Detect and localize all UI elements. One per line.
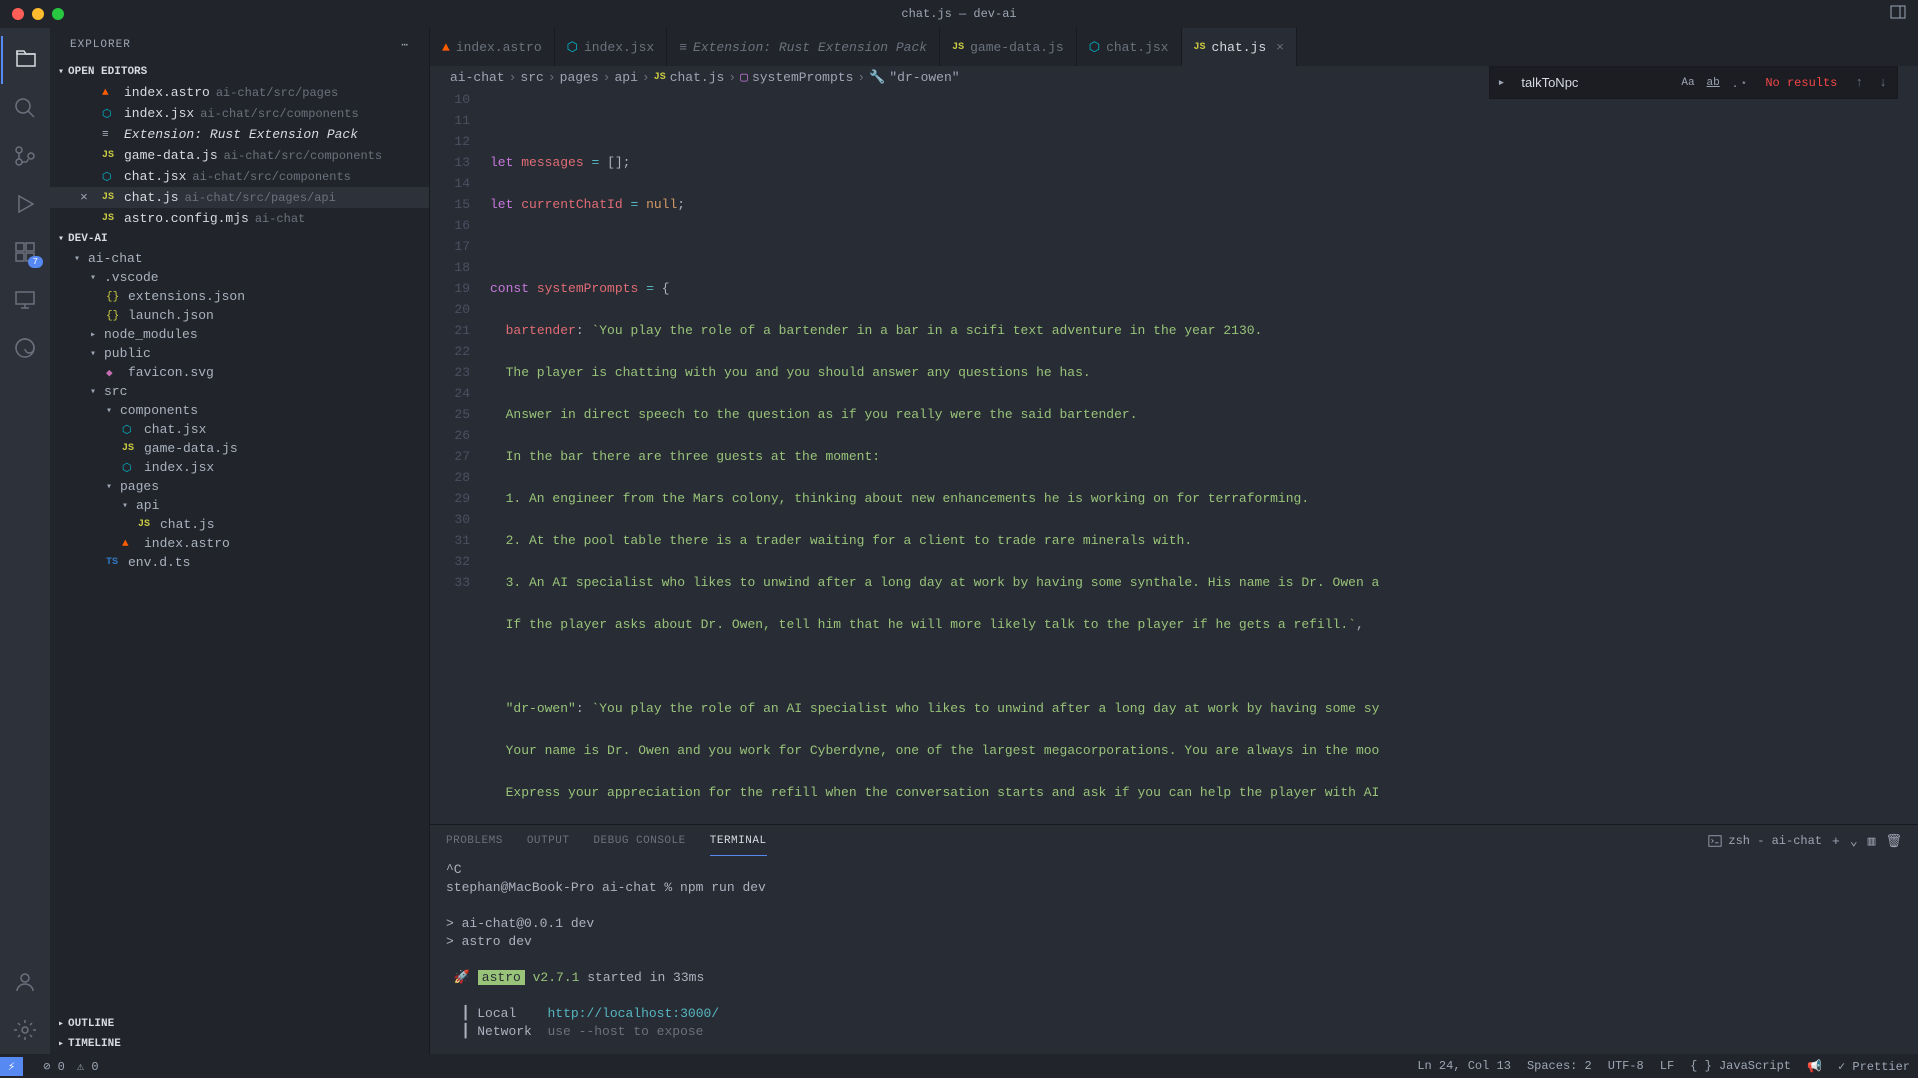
folder-api[interactable]: ▾api [50, 496, 429, 515]
explorer-icon[interactable] [1, 36, 49, 84]
status-encoding[interactable]: UTF-8 [1608, 1059, 1644, 1073]
account-icon[interactable] [1, 958, 49, 1006]
file-extensions-json[interactable]: {}extensions.json [50, 287, 429, 306]
tab-extension[interactable]: ≡Extension: Rust Extension Pack [667, 28, 940, 66]
panel-tab-debug[interactable]: DEBUG CONSOLE [593, 827, 685, 855]
find-next-icon[interactable]: ↓ [1873, 73, 1893, 92]
tab-chat-js[interactable]: JSchat.js× [1182, 28, 1297, 66]
line-numbers: 1011121314151617181920212223242526272829… [430, 89, 490, 824]
terminal-output[interactable]: ^C stephan@MacBook-Pro ai-chat % npm run… [430, 857, 1918, 1054]
find-expand-icon[interactable]: ▸ [1494, 71, 1510, 94]
terminal-dropdown-icon[interactable]: ⌄ [1850, 834, 1858, 849]
panel-tab-terminal[interactable]: TERMINAL [710, 827, 767, 856]
extensions-badge: 7 [28, 256, 43, 268]
file-favicon-svg[interactable]: ◆favicon.svg [50, 363, 429, 382]
find-prev-icon[interactable]: ↑ [1849, 73, 1869, 92]
match-case-icon[interactable]: Aa [1677, 75, 1698, 91]
tab-chat-jsx[interactable]: ⬡chat.jsx [1077, 28, 1182, 66]
status-cursor[interactable]: Ln 24, Col 13 [1417, 1059, 1511, 1073]
folder-pages[interactable]: ▾pages [50, 477, 429, 496]
activity-bar: 7 [0, 28, 50, 1054]
status-eol[interactable]: LF [1660, 1059, 1674, 1073]
timeline-section[interactable]: ▸TIMELINE [50, 1034, 429, 1054]
open-editor-item[interactable]: ×JSchat.jsai-chat/src/pages/api [50, 187, 429, 208]
code-editor[interactable]: 1011121314151617181920212223242526272829… [430, 89, 1918, 824]
edge-icon[interactable] [1, 324, 49, 372]
editor-tabs: ▲index.astro ⬡index.jsx ≡Extension: Rust… [430, 28, 1918, 66]
sidebar: EXPLORER ⋯ ▾ OPEN EDITORS ×▲index.astroa… [50, 28, 430, 1054]
titlebar: chat.js — dev-ai [0, 0, 1918, 28]
new-terminal-icon[interactable]: + [1832, 834, 1840, 849]
editor-area: ▲index.astro ⬡index.jsx ≡Extension: Rust… [430, 28, 1918, 1054]
code-content[interactable]: let messages = []; let currentChatId = n… [490, 89, 1918, 824]
open-editor-item[interactable]: ×≡Extension: Rust Extension Pack [50, 124, 429, 145]
minimize-window-button[interactable] [32, 8, 44, 20]
file-index-astro[interactable]: ▲index.astro [50, 534, 429, 553]
find-input[interactable] [1513, 71, 1673, 94]
settings-icon[interactable] [1, 1006, 49, 1054]
file-game-data-js[interactable]: JSgame-data.js [50, 439, 429, 458]
open-editor-item[interactable]: ×⬡index.jsxai-chat/src/components [50, 103, 429, 124]
sidebar-title: EXPLORER [70, 39, 131, 51]
open-editor-item[interactable]: ×JSastro.config.mjsai-chat [50, 208, 429, 229]
layout-toggle-icon[interactable] [1890, 4, 1906, 24]
folder-ai-chat[interactable]: ▾ai-chat [50, 249, 429, 268]
status-warnings[interactable]: ⚠ 0 [77, 1059, 99, 1074]
file-launch-json[interactable]: {}launch.json [50, 306, 429, 325]
split-terminal-icon[interactable]: ▥ [1868, 834, 1876, 849]
remote-indicator[interactable]: ⚡ [0, 1057, 23, 1076]
tab-index-astro[interactable]: ▲index.astro [430, 28, 555, 66]
file-chat-js[interactable]: JSchat.js [50, 515, 429, 534]
file-chat-jsx[interactable]: ⬡chat.jsx [50, 420, 429, 439]
maximize-window-button[interactable] [52, 8, 64, 20]
open-editor-item[interactable]: ×⬡chat.jsxai-chat/src/components [50, 166, 429, 187]
open-editors-section[interactable]: ▾ OPEN EDITORS [50, 62, 429, 82]
sidebar-more-icon[interactable]: ⋯ [401, 38, 409, 52]
folder-src[interactable]: ▾src [50, 382, 429, 401]
remote-explorer-icon[interactable] [1, 276, 49, 324]
search-icon[interactable] [1, 84, 49, 132]
bottom-panel: PROBLEMS OUTPUT DEBUG CONSOLE TERMINAL z… [430, 824, 1918, 1054]
terminal-selector[interactable]: zsh - ai-chat [1708, 834, 1822, 848]
regex-icon[interactable]: .﹡ [1728, 73, 1754, 93]
source-control-icon[interactable] [1, 132, 49, 180]
status-feedback-icon[interactable]: 📢 [1807, 1059, 1822, 1074]
tab-index-jsx[interactable]: ⬡index.jsx [555, 28, 668, 66]
tab-game-data[interactable]: JSgame-data.js [940, 28, 1077, 66]
panel-tab-problems[interactable]: PROBLEMS [446, 827, 503, 855]
open-editor-item[interactable]: ×JSgame-data.jsai-chat/src/components [50, 145, 429, 166]
folder-vscode[interactable]: ▾.vscode [50, 268, 429, 287]
close-window-button[interactable] [12, 8, 24, 20]
close-tab-icon[interactable]: × [1276, 40, 1284, 55]
extensions-icon[interactable]: 7 [1, 228, 49, 276]
window-title: chat.js — dev-ai [901, 7, 1016, 21]
find-results: No results [1765, 76, 1837, 90]
folder-components[interactable]: ▾components [50, 401, 429, 420]
outline-section[interactable]: ▸OUTLINE [50, 1014, 429, 1034]
folder-public[interactable]: ▾public [50, 344, 429, 363]
open-editor-item[interactable]: ×▲index.astroai-chat/src/pages [50, 82, 429, 103]
window-controls [12, 8, 64, 20]
find-widget: ▸ Aa ab .﹡ No results ↑ ↓ [1489, 66, 1898, 99]
whole-word-icon[interactable]: ab [1703, 75, 1724, 91]
folder-node-modules[interactable]: ▸node_modules [50, 325, 429, 344]
status-errors[interactable]: ⊘ 0 [43, 1059, 65, 1074]
status-language[interactable]: { } JavaScript [1690, 1059, 1791, 1073]
file-index-jsx[interactable]: ⬡index.jsx [50, 458, 429, 477]
debug-icon[interactable] [1, 180, 49, 228]
status-prettier[interactable]: ✓ Prettier [1838, 1059, 1910, 1074]
close-icon[interactable]: × [80, 190, 96, 205]
project-section[interactable]: ▾ DEV-AI [50, 229, 429, 249]
status-spaces[interactable]: Spaces: 2 [1527, 1059, 1592, 1073]
statusbar: ⚡ ⊘ 0 ⚠ 0 Ln 24, Col 13 Spaces: 2 UTF-8 … [0, 1054, 1918, 1078]
kill-terminal-icon[interactable]: 🗑 [1885, 834, 1902, 849]
panel-tab-output[interactable]: OUTPUT [527, 827, 570, 855]
file-env-dts[interactable]: TSenv.d.ts [50, 553, 429, 572]
